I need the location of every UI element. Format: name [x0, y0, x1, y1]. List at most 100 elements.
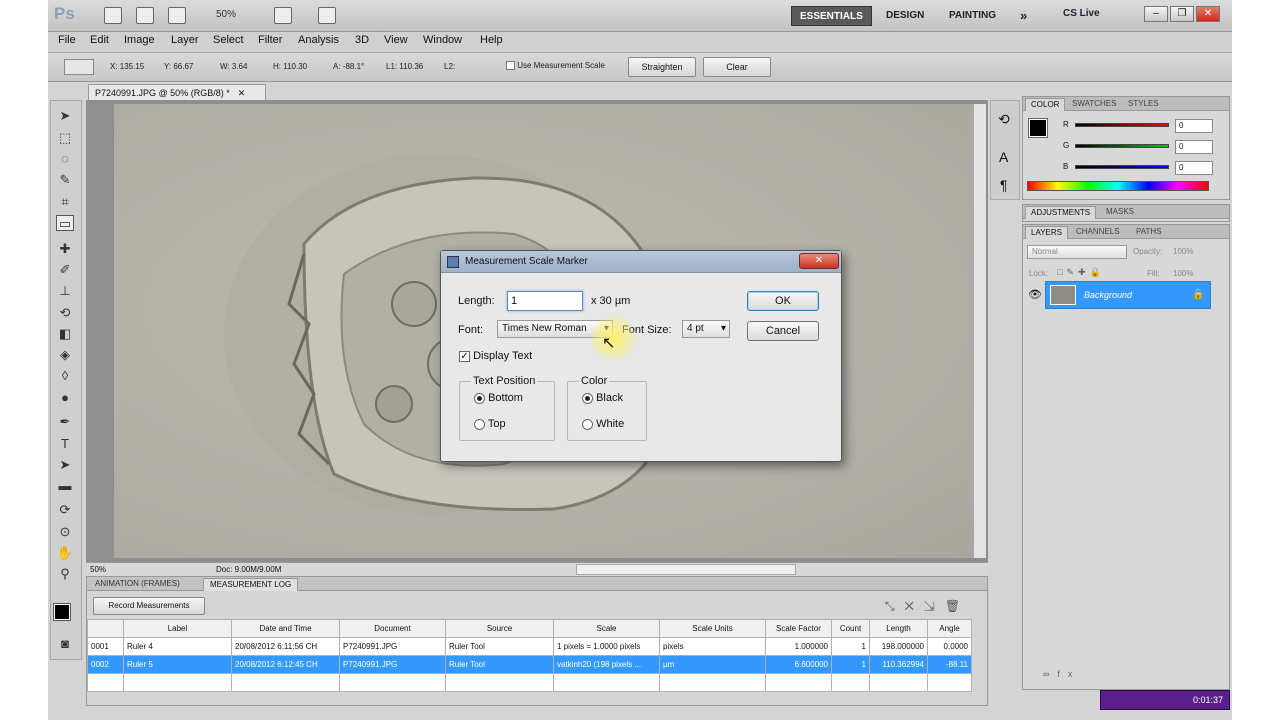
clone-stamp-icon[interactable]: ⊥ — [56, 283, 74, 299]
crop-tool-icon[interactable]: ⌗ — [56, 194, 74, 210]
col-header[interactable]: Date and Time — [231, 619, 340, 638]
lasso-tool-icon[interactable]: ◌ — [56, 151, 74, 167]
col-header[interactable]: Document — [339, 619, 446, 638]
dodge-tool-icon[interactable]: ● — [56, 390, 74, 406]
font-size-dropdown[interactable]: 4 pt ▾ — [682, 320, 730, 338]
menu-file[interactable]: File — [58, 34, 76, 46]
healing-brush-icon[interactable]: ✚ — [56, 241, 74, 257]
tab-masks[interactable]: MASKS — [1101, 206, 1139, 219]
b-slider[interactable] — [1075, 165, 1169, 169]
paint-bucket-icon[interactable]: ◈ — [56, 347, 74, 363]
lock-all-icon[interactable]: 🔒 — [1090, 267, 1105, 277]
col-header[interactable]: Scale — [553, 619, 660, 638]
mini-bridge-icon[interactable] — [136, 7, 154, 24]
quick-mask-icon[interactable]: ◙ — [56, 636, 74, 652]
export-icon[interactable]: ⇲ — [924, 599, 945, 613]
cs-live-menu[interactable]: CS Live — [1063, 8, 1100, 19]
r-value[interactable]: 0 — [1175, 119, 1213, 133]
tab-layers[interactable]: LAYERS — [1025, 226, 1068, 239]
delete-icon[interactable]: 🗑 — [945, 599, 970, 613]
tab-adjustments[interactable]: ADJUSTMENTS — [1025, 206, 1097, 219]
color-spectrum[interactable] — [1027, 181, 1209, 191]
radio-off[interactable] — [474, 418, 485, 430]
cancel-button[interactable]: Cancel — [747, 321, 819, 341]
top-radio[interactable]: Top — [474, 418, 506, 430]
menu-select[interactable]: Select — [213, 34, 244, 46]
tab-swatches[interactable]: SWATCHES — [1067, 98, 1121, 111]
link-layers-icon[interactable]: ∞ — [1043, 669, 1057, 679]
ruler-tool-preset-icon[interactable] — [64, 59, 94, 75]
screen-mode-icon[interactable] — [318, 7, 336, 24]
radio-on[interactable] — [474, 392, 485, 404]
menu-layer[interactable]: Layer — [171, 34, 199, 46]
layer-background[interactable]: Background 🔒 — [1045, 281, 1211, 309]
radio-on[interactable] — [582, 392, 593, 404]
col-header[interactable] — [87, 619, 124, 638]
ruler-tool-icon[interactable]: ▭ — [56, 215, 74, 231]
marquee-tool-icon[interactable]: ⬚ — [56, 130, 74, 146]
tab-animation[interactable]: ANIMATION (FRAMES) — [89, 578, 186, 591]
menu-filter[interactable]: Filter — [258, 34, 282, 46]
menu-window[interactable]: Window — [423, 34, 462, 46]
blur-tool-icon[interactable]: ◊ — [56, 368, 74, 384]
checkbox-box[interactable] — [506, 61, 515, 71]
col-header[interactable]: Source — [445, 619, 554, 638]
workspace-design[interactable]: DESIGN — [878, 6, 932, 26]
tab-color[interactable]: COLOR — [1025, 98, 1066, 111]
clear-button[interactable]: Clear — [703, 57, 771, 77]
display-text-checkbox[interactable]: ✓ Display Text — [459, 350, 532, 362]
path-select-icon[interactable]: ➤ — [56, 457, 74, 473]
bottom-radio[interactable]: Bottom — [474, 392, 523, 404]
use-measurement-scale-checkbox[interactable]: Use Measurement Scale — [506, 61, 605, 71]
b-value[interactable]: 0 — [1175, 161, 1213, 175]
menu-analysis[interactable]: Analysis — [298, 34, 339, 46]
lock-pixels-icon[interactable]: ✎ — [1066, 267, 1078, 277]
menu-3d[interactable]: 3D — [355, 34, 369, 46]
brush-tool-icon[interactable]: ✐ — [56, 262, 74, 278]
close-icon[interactable]: ✕ — [1196, 6, 1220, 22]
r-slider[interactable] — [1075, 123, 1169, 127]
radio-off[interactable] — [582, 418, 593, 430]
screen-recorder-widget[interactable]: 0:01:37 — [1100, 690, 1230, 710]
tab-styles[interactable]: STYLES — [1123, 98, 1164, 111]
col-header[interactable]: Label — [123, 619, 232, 638]
menu-edit[interactable]: Edit — [90, 34, 109, 46]
minimize-icon[interactable]: – — [1144, 6, 1168, 22]
bridge-icon[interactable] — [104, 7, 122, 24]
lock-position-icon[interactable]: ✚ — [1078, 267, 1090, 277]
opacity-value[interactable]: 100% — [1173, 247, 1193, 256]
record-measurements-button[interactable]: Record Measurements — [93, 597, 205, 615]
quick-select-tool-icon[interactable]: ✎ — [56, 172, 74, 188]
move-tool-icon[interactable]: ➤ — [56, 108, 74, 124]
workspace-painting[interactable]: PAINTING — [941, 6, 1004, 26]
g-slider[interactable] — [1075, 144, 1169, 148]
length-input[interactable]: 1 — [507, 291, 583, 311]
document-tab[interactable]: P7240991.JPG @ 50% (RGB/8) * ✕ — [88, 84, 266, 101]
close-document-icon[interactable]: ✕ — [238, 88, 246, 98]
fg-color-swatch[interactable] — [1028, 118, 1048, 138]
type-tool-icon[interactable]: T — [56, 436, 74, 452]
tab-channels[interactable]: CHANNELS — [1071, 226, 1125, 239]
col-header[interactable]: Angle — [927, 619, 972, 638]
menu-view[interactable]: View — [384, 34, 408, 46]
table-row-selected[interactable]: 0002 Ruler 5 20/08/2012 6:12:45 CH P7240… — [87, 655, 972, 674]
canvas-horizontal-scrollbar[interactable] — [576, 564, 796, 575]
ok-button[interactable]: OK — [747, 291, 819, 311]
blend-mode-dropdown[interactable]: Normal — [1027, 245, 1127, 259]
arrange-documents-icon[interactable] — [274, 7, 292, 24]
shape-tool-icon[interactable]: ▬ — [56, 478, 74, 494]
tab-measurement-log[interactable]: MEASUREMENT LOG — [203, 578, 299, 591]
visibility-eye-icon[interactable]: 👁 — [1028, 288, 1042, 301]
view-extras-icon[interactable] — [168, 7, 186, 24]
white-radio[interactable]: White — [582, 418, 624, 430]
canvas-vertical-scrollbar[interactable] — [973, 104, 986, 558]
checkmark-icon[interactable]: ✓ — [459, 350, 470, 362]
straighten-button[interactable]: Straighten — [628, 57, 696, 77]
menu-image[interactable]: Image — [124, 34, 155, 46]
select-all-icon[interactable]: ⤡ — [885, 599, 905, 613]
deselect-icon[interactable]: ✕ — [905, 599, 924, 613]
zoom-tool-icon[interactable]: ⚲ — [56, 566, 74, 582]
eraser-tool-icon[interactable]: ◧ — [56, 326, 74, 342]
zoom-level-dropdown[interactable]: 50% — [216, 9, 236, 20]
history-brush-icon[interactable]: ⟲ — [56, 305, 74, 321]
